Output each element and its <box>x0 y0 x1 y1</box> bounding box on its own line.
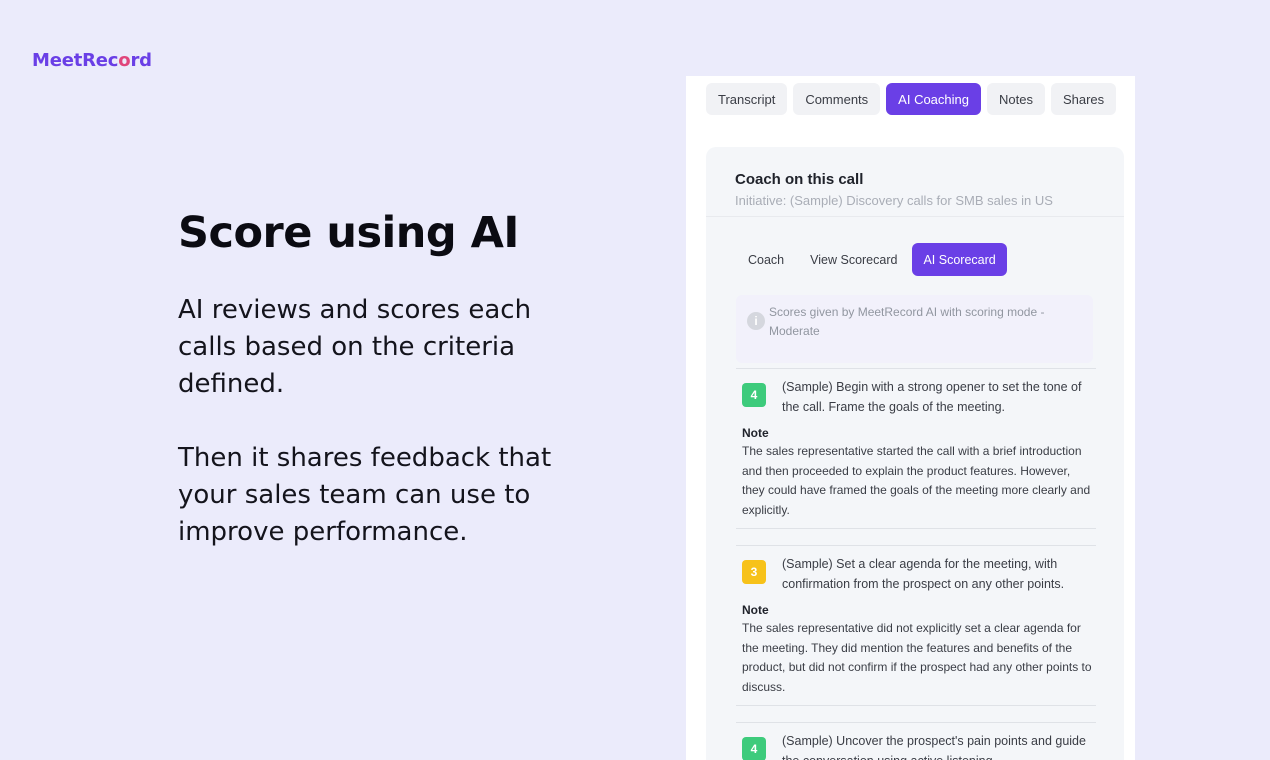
scorecard-list: 4 (Sample) Begin with a strong opener to… <box>736 368 1096 760</box>
divider <box>736 705 1096 722</box>
brand-name-prefix: MeetRec <box>32 50 119 71</box>
subtab-ai-scorecard[interactable]: AI Scorecard <box>912 243 1007 276</box>
scorecard-item: 3 (Sample) Set a clear agenda for the me… <box>736 545 1096 722</box>
subtab-coach[interactable]: Coach <box>737 243 795 276</box>
tab-shares[interactable]: Shares <box>1050 83 1117 115</box>
coach-card-subtitle: Initiative: (Sample) Discovery calls for… <box>735 193 1053 208</box>
tab-ai-coaching[interactable]: AI Coaching <box>886 83 981 115</box>
note-label: Note <box>742 603 769 617</box>
coach-card: Coach on this call Initiative: (Sample) … <box>706 147 1124 760</box>
score-badge: 4 <box>742 383 766 407</box>
note-text: The sales representative started the cal… <box>742 444 1091 517</box>
criteria-text: (Sample) Set a clear agenda for the meet… <box>782 557 1065 591</box>
brand-name-accent: o <box>118 50 131 71</box>
criteria-text: (Sample) Begin with a strong opener to s… <box>782 380 1082 414</box>
hero-title: Score using AI <box>178 208 519 258</box>
brand-name-suffix: rd <box>130 50 152 71</box>
tab-comments[interactable]: Comments <box>793 83 881 115</box>
scorecard-item: 4 (Sample) Uncover the prospect's pain p… <box>736 722 1096 760</box>
note-label: Note <box>742 426 769 440</box>
scoring-info-text: Scores given by MeetRecord AI with scori… <box>769 305 1045 338</box>
call-tabs: Transcript Comments AI Coaching Notes Sh… <box>706 83 1117 115</box>
scoring-info-banner: i Scores given by MeetRecord AI with sco… <box>736 295 1093 363</box>
app-preview-panel: Transcript Comments AI Coaching Notes Sh… <box>686 76 1135 760</box>
subtab-view-scorecard[interactable]: View Scorecard <box>799 243 908 276</box>
hero-paragraph-2: Then it shares feedback that your sales … <box>178 443 552 547</box>
divider <box>706 216 1124 217</box>
coach-subtabs: Coach View Scorecard AI Scorecard <box>737 243 1007 276</box>
criteria-text: (Sample) Uncover the prospect's pain poi… <box>782 734 1086 760</box>
note-text: The sales representative did not explici… <box>742 621 1092 694</box>
divider <box>736 528 1096 545</box>
tab-notes[interactable]: Notes <box>987 83 1045 115</box>
brand-logo: MeetRecord <box>32 50 152 71</box>
hero-paragraph-1: AI reviews and scores each calls based o… <box>178 295 532 399</box>
scorecard-item: 4 (Sample) Begin with a strong opener to… <box>736 368 1096 545</box>
score-badge: 3 <box>742 560 766 584</box>
tab-transcript[interactable]: Transcript <box>706 83 788 115</box>
info-icon: i <box>747 312 765 330</box>
score-badge: 4 <box>742 737 766 760</box>
coach-card-title: Coach on this call <box>735 171 864 188</box>
